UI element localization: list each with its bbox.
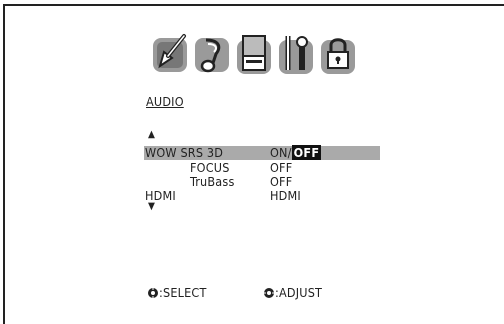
wow-srs-3d-value[interactable]: ON/OFF (270, 145, 322, 160)
hdmi-value: HDMI (270, 188, 301, 203)
scroll-up-icon[interactable]: ▲ (148, 130, 155, 140)
select-hint: :SELECT (159, 285, 207, 300)
section-title: AUDIO (146, 94, 184, 109)
scroll-down-icon[interactable]: ▼ (148, 202, 155, 212)
picture-icon[interactable] (150, 32, 190, 76)
value-off-option: OFF (291, 145, 322, 160)
setup-icon[interactable] (234, 32, 274, 76)
wow-srs-3d-label[interactable]: WOW SRS 3D (145, 146, 223, 160)
focus-label[interactable]: FOCUS (190, 161, 230, 175)
tools-icon[interactable] (276, 32, 316, 76)
select-joystick-icon (148, 288, 158, 298)
focus-value: OFF (270, 160, 293, 175)
trubass-label[interactable]: TruBass (190, 175, 235, 189)
trubass-value: OFF (270, 174, 293, 189)
value-on-option: ON (270, 145, 288, 160)
audio-icon[interactable] (192, 32, 232, 76)
lock-icon[interactable] (318, 32, 358, 76)
adjust-joystick-icon (264, 288, 274, 298)
adjust-hint: :ADJUST (275, 285, 323, 300)
